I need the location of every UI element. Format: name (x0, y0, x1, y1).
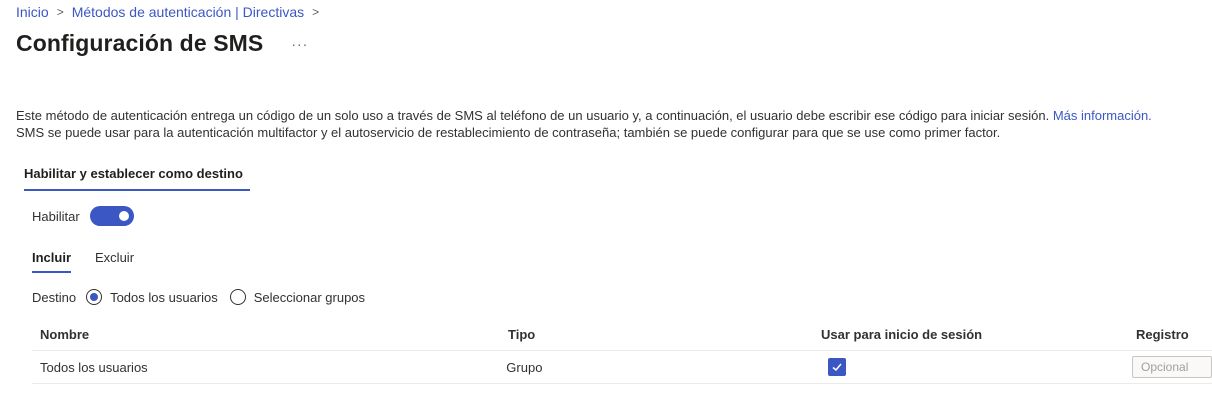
tab-enable-and-target[interactable]: Habilitar y establecer como destino (24, 166, 250, 191)
tab-exclude[interactable]: Excluir (95, 250, 134, 273)
radio-all-users[interactable] (86, 289, 103, 305)
radio-select-groups-label: Seleccionar grupos (253, 289, 366, 305)
row-signin-cell (818, 358, 1132, 376)
breadcrumb-separator: > (56, 5, 64, 19)
enable-row: Habilitar (32, 206, 134, 226)
breadcrumb-link-home[interactable]: Inicio (16, 4, 49, 20)
row-type: Grupo (506, 359, 543, 375)
row-name: Todos los usuarios (40, 359, 148, 375)
description-line-2: SMS se puede usar para la autenticación … (16, 125, 1001, 140)
more-info-link[interactable]: Más información. (1053, 108, 1152, 123)
destination-row: Destino Todos los usuarios Seleccionar g… (32, 289, 377, 305)
signin-checkbox[interactable] (828, 358, 847, 376)
more-options-icon[interactable]: ··· (289, 36, 310, 52)
checkmark-icon (832, 363, 842, 372)
radio-select-groups[interactable] (229, 289, 246, 305)
breadcrumb: Inicio > Métodos de autenticación | Dire… (16, 4, 327, 20)
enable-toggle[interactable] (89, 206, 134, 226)
description-line-1: Este método de autenticación entrega un … (16, 108, 1050, 123)
row-registration-cell: Opcional (1132, 356, 1212, 378)
include-exclude-tabs: Incluir Excluir (32, 250, 158, 273)
radio-select-groups-group[interactable]: Seleccionar grupos (229, 289, 366, 305)
page-title: Configuración de SMS (16, 30, 264, 56)
toggle-knob (118, 211, 129, 221)
description: Este método de autenticación entrega un … (16, 107, 1196, 141)
radio-all-users-group[interactable]: Todos los usuarios (86, 289, 218, 305)
enable-label: Habilitar (32, 208, 80, 224)
radio-all-users-label: Todos los usuarios (110, 289, 218, 305)
header-name: Nombre (40, 326, 90, 342)
destination-label: Destino (32, 289, 77, 305)
title-row: Configuración de SMS ··· (16, 30, 310, 57)
table-header: Nombre Tipo Usar para inicio de sesión R… (32, 318, 1212, 351)
tab-include[interactable]: Incluir (32, 250, 72, 273)
breadcrumb-link-auth-methods[interactable]: Métodos de autenticación | Directivas (72, 4, 304, 20)
registration-select[interactable]: Opcional (1132, 356, 1212, 378)
header-registration: Registro (1136, 326, 1189, 342)
header-type: Tipo (508, 326, 536, 342)
table-row: Todos los usuarios Grupo Opcional (32, 351, 1212, 384)
breadcrumb-separator: > (312, 5, 320, 19)
header-signin: Usar para inicio de sesión (821, 326, 983, 342)
targets-table: Nombre Tipo Usar para inicio de sesión R… (32, 318, 1212, 384)
